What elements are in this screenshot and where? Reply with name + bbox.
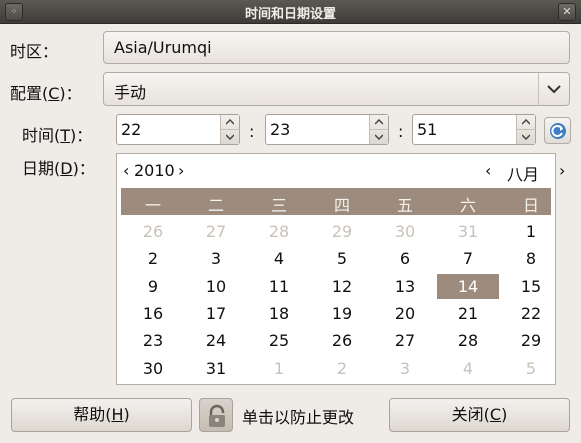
chevron-down-icon[interactable] — [370, 130, 388, 144]
chevron-up-icon[interactable] — [517, 115, 535, 130]
hour-spinner[interactable]: 22 — [116, 114, 240, 145]
calendar-day[interactable]: 20 — [374, 301, 436, 326]
weekday-label: 一 — [144, 196, 161, 215]
calendar-day[interactable]: 29 — [500, 328, 562, 353]
time-separator: : — [398, 122, 404, 141]
calendar-day[interactable]: 21 — [437, 301, 499, 326]
calendar-day[interactable]: 14 — [437, 273, 499, 299]
calendar: ‹ 2010 › ‹ 八月 › 一二三四五六日 26 27 28 29 30 31 1 2 3 4… — [116, 153, 565, 385]
calendar-day[interactable]: 15 — [500, 274, 562, 299]
calendar-day[interactable]: 17 — [185, 301, 247, 326]
calendar-day[interactable]: 8 — [500, 246, 562, 271]
prev-year-button[interactable]: ‹ — [123, 161, 129, 180]
timezone-field[interactable]: Asia/Urumqi — [103, 31, 570, 64]
config-value: 手动 — [114, 83, 147, 102]
calendar-day[interactable]: 10 — [185, 274, 247, 299]
chevron-down-icon[interactable] — [517, 130, 535, 144]
close-button[interactable]: 关闭(C) — [389, 398, 570, 432]
calendar-day[interactable]: 24 — [185, 328, 247, 353]
calendar-day[interactable]: 28 — [437, 328, 499, 353]
calendar-day[interactable]: 23 — [122, 328, 184, 353]
timezone-value: Asia/Urumqi — [114, 38, 212, 57]
month-label: 八月 — [507, 165, 540, 184]
calendar-header: ‹ 2010 › ‹ 八月 › — [117, 154, 565, 188]
weekday-label: 六 — [459, 196, 476, 215]
calendar-day[interactable]: 25 — [248, 328, 310, 353]
calendar-day[interactable]: 26 — [122, 219, 184, 244]
weekday-header: 一二三四五六日 — [121, 188, 551, 215]
calendar-day[interactable]: 28 — [248, 219, 310, 244]
calendar-day[interactable]: 13 — [374, 274, 436, 299]
calendar-day[interactable]: 19 — [311, 301, 373, 326]
calendar-day[interactable]: 29 — [311, 219, 373, 244]
minute-value[interactable]: 23 — [270, 120, 290, 139]
unlock-button[interactable] — [199, 398, 233, 432]
chevron-up-icon[interactable] — [370, 115, 388, 130]
calendar-day[interactable]: 11 — [248, 274, 310, 299]
config-dropdown[interactable]: 手动 — [103, 72, 570, 106]
help-button[interactable]: 帮助(H) — [11, 398, 192, 432]
calendar-day[interactable]: 2 — [311, 356, 373, 381]
calendar-day[interactable]: 4 — [248, 246, 310, 271]
config-label: 配置(C)： — [10, 84, 82, 103]
window-title: 时间和日期设置 — [244, 7, 336, 22]
refresh-icon — [550, 123, 566, 139]
calendar-day[interactable]: 22 — [500, 301, 562, 326]
calendar-day[interactable]: 6 — [374, 246, 436, 271]
calendar-day[interactable]: 4 — [437, 356, 499, 381]
calendar-day[interactable]: 31 — [185, 356, 247, 381]
timezone-label: 时区： — [10, 42, 59, 61]
hour-value[interactable]: 22 — [121, 120, 141, 139]
time-label: 时间(T)： — [22, 126, 93, 145]
calendar-day[interactable]: 27 — [185, 219, 247, 244]
year-label: 2010 — [134, 161, 175, 180]
calendar-day[interactable]: 5 — [500, 356, 562, 381]
calendar-day[interactable]: 16 — [122, 301, 184, 326]
next-year-button[interactable]: › — [178, 161, 184, 180]
weekday-label: 二 — [207, 196, 224, 215]
calendar-day[interactable]: 1 — [248, 356, 310, 381]
calendar-day[interactable]: 3 — [185, 246, 247, 271]
calendar-day[interactable]: 26 — [311, 328, 373, 353]
calendar-day[interactable]: 7 — [437, 246, 499, 271]
chevron-down-icon[interactable] — [221, 130, 239, 144]
time-separator: : — [249, 122, 255, 141]
calendar-day[interactable]: 1 — [500, 219, 562, 244]
weekday-label: 三 — [270, 196, 287, 215]
lock-hint-text: 单击以防止更改 — [242, 408, 355, 427]
next-month-button[interactable]: › — [559, 161, 565, 180]
weekday-label: 四 — [333, 196, 350, 215]
chevron-down-icon[interactable] — [538, 73, 569, 105]
second-spinner[interactable]: 51 — [412, 114, 536, 145]
calendar-day[interactable]: 2 — [122, 246, 184, 271]
calendar-day[interactable]: 12 — [311, 274, 373, 299]
chevron-up-icon[interactable] — [221, 115, 239, 130]
calendar-day[interactable]: 3 — [374, 356, 436, 381]
calendar-day[interactable]: 30 — [374, 219, 436, 244]
calendar-day[interactable]: 31 — [437, 219, 499, 244]
calendar-day[interactable]: 9 — [122, 274, 184, 299]
date-label: 日期(D)： — [22, 159, 95, 178]
close-window-button[interactable]: ✕ — [558, 3, 576, 21]
weekday-label: 日 — [522, 196, 539, 215]
calendar-day[interactable]: 5 — [311, 246, 373, 271]
prev-month-button[interactable]: ‹ — [485, 161, 491, 180]
minute-spinner[interactable]: 23 — [265, 114, 389, 145]
lock-icon — [209, 404, 225, 427]
weekday-label: 五 — [396, 196, 413, 215]
sync-time-button[interactable] — [544, 117, 571, 144]
title-bar: ◦ 时间和日期设置 ✕ — [0, 0, 581, 24]
calendar-day[interactable]: 27 — [374, 328, 436, 353]
second-value[interactable]: 51 — [417, 120, 437, 139]
calendar-day[interactable]: 18 — [248, 301, 310, 326]
calendar-day[interactable]: 30 — [122, 356, 184, 381]
